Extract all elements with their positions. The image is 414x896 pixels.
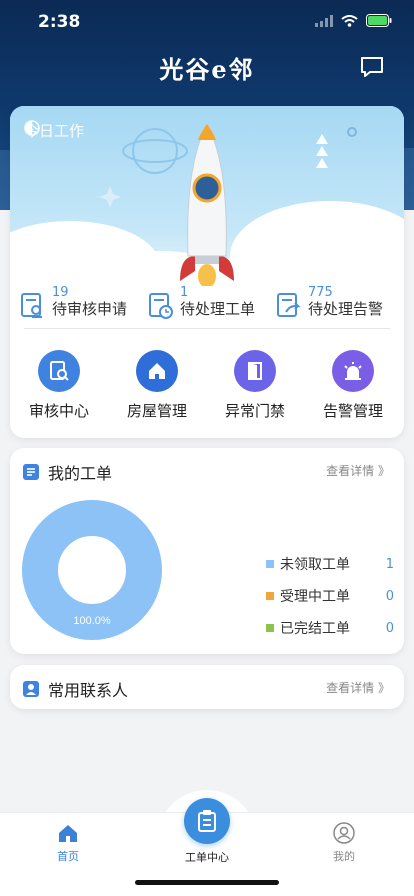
legend-unclaimed: 未领取工单 1	[266, 548, 394, 580]
battery-icon	[366, 14, 392, 27]
divider	[24, 328, 390, 329]
stat-pending-alarms[interactable]: 775 待处理告警	[276, 286, 383, 320]
stat-count: 775	[308, 285, 333, 300]
door-icon	[234, 350, 276, 392]
contacts-more-link[interactable]: 查看详情 》	[326, 679, 390, 696]
stat-count: 19	[52, 285, 69, 300]
stat-count: 1	[180, 285, 189, 300]
orders-legend: 未领取工单 1 受理中工单 0 已完结工单 0	[266, 548, 394, 644]
legend-completed: 已完结工单 0	[266, 612, 394, 644]
forward-doc-icon	[277, 293, 301, 317]
order-list-icon	[23, 464, 39, 480]
clipboard-icon[interactable]	[184, 798, 230, 844]
clock-doc-icon	[149, 293, 173, 319]
stat-pending-review[interactable]: 19 待审核申请	[20, 286, 127, 320]
my-orders-more-link[interactable]: 查看详情 》	[326, 462, 390, 479]
today-work-title: 今日工作	[24, 120, 85, 140]
quick-house-management[interactable]: 房屋管理	[112, 350, 202, 421]
user-icon	[333, 822, 355, 844]
tab-mine[interactable]: 我的	[304, 821, 384, 864]
app-title: 光谷e邻	[159, 55, 255, 84]
contacts-icon	[23, 681, 39, 697]
contacts-header: 常用联系人	[22, 677, 128, 701]
today-work-card: 今日工作 19 待审核申请 1 待处理工单 775 待处理告警 审核中心 房屋管…	[10, 106, 404, 438]
stat-label: 待处理告警	[308, 300, 384, 318]
legend-value: 0	[385, 620, 394, 636]
quick-abnormal-access[interactable]: 异常门禁	[210, 350, 300, 421]
home-icon	[59, 825, 77, 842]
legend-swatch	[266, 560, 274, 568]
tab-home[interactable]: 首页	[28, 821, 108, 864]
quick-label: 告警管理	[322, 402, 383, 420]
message-icon[interactable]	[360, 56, 384, 78]
my-orders-header: 我的工单	[22, 460, 112, 484]
donut-percent-label: 100.0%	[73, 615, 111, 627]
legend-label: 已完结工单	[280, 621, 350, 637]
status-time: 2:38	[38, 12, 81, 32]
legend-swatch	[266, 624, 274, 632]
stat-label: 待审核申请	[52, 300, 128, 318]
tab-label: 工单中心	[185, 851, 229, 864]
alarm-icon	[332, 350, 374, 392]
half-circle-icon	[24, 120, 40, 136]
home-indicator	[135, 880, 279, 885]
signal-icon	[315, 14, 333, 27]
quick-review-center[interactable]: 审核中心	[14, 350, 104, 421]
legend-label: 未领取工单	[280, 557, 350, 573]
my-orders-card: 我的工单 查看详情 》 100.0% 未领取工单 1 受理中工单 0 已完结工单…	[10, 448, 404, 654]
quick-label: 异常门禁	[224, 402, 285, 420]
quick-label: 审核中心	[28, 402, 89, 420]
stat-pending-orders[interactable]: 1 待处理工单	[148, 286, 255, 320]
review-doc-icon	[21, 293, 42, 318]
contacts-title: 常用联系人	[48, 681, 129, 700]
status-bar: 2:38	[0, 0, 414, 44]
my-orders-title: 我的工单	[48, 464, 113, 483]
legend-processing: 受理中工单 0	[266, 580, 394, 612]
orders-donut-chart: 100.0%	[22, 500, 162, 640]
wifi-icon	[341, 14, 358, 27]
stat-label: 待处理工单	[180, 300, 256, 318]
tab-order-center[interactable]: 工单中心	[167, 849, 247, 865]
quick-label: 房屋管理	[126, 402, 187, 420]
house-icon	[136, 350, 178, 392]
quick-alarm-management[interactable]: 告警管理	[308, 350, 398, 421]
legend-value: 0	[385, 588, 394, 604]
tab-label: 我的	[333, 850, 355, 863]
legend-swatch	[266, 592, 274, 600]
contacts-card[interactable]: 常用联系人 查看详情 》	[10, 665, 404, 709]
donut-slice-1	[22, 500, 162, 640]
tab-label: 首页	[57, 850, 79, 863]
rocket-banner: 今日工作	[10, 106, 404, 286]
search-doc-icon	[38, 350, 80, 392]
legend-value: 1	[385, 556, 394, 572]
legend-label: 受理中工单	[280, 589, 350, 605]
